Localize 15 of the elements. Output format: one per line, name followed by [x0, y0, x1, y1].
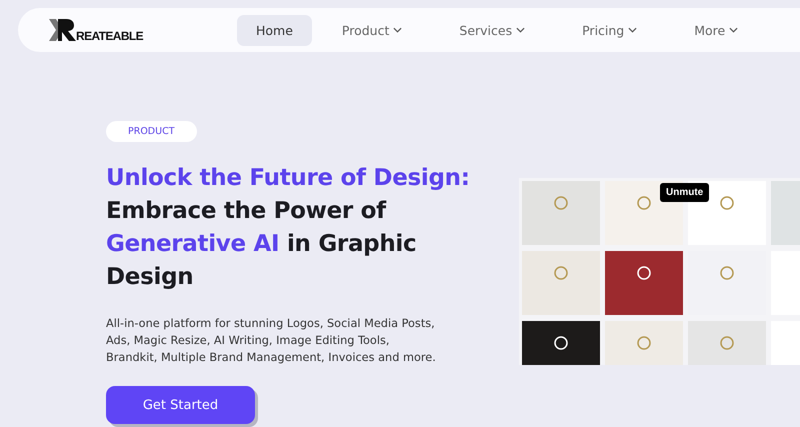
- nav-link[interactable]: More: [676, 14, 756, 46]
- nav-link[interactable]: Services: [441, 14, 544, 46]
- nav-link[interactable]: Home: [237, 14, 312, 46]
- chevron-down-icon: [628, 27, 638, 33]
- chevron-down-icon: [729, 27, 738, 33]
- description: All-in-one platform for stunning Logos, Social Media Posts, Ads, Magic Resize, AI Writing, Image Editing Tools, Brandkit, Multiple Brand Management, Invoices and more.: [106, 316, 436, 366]
- logo-text[interactable]: REATEABLE: [76, 29, 144, 43]
- chevron-down-icon: [393, 27, 402, 33]
- category-badge: PRODUCT: [106, 121, 197, 142]
- get-started-button[interactable]: Get Started: [106, 386, 255, 424]
- unmute-button[interactable]: Unmute: [660, 183, 710, 202]
- chevron-down-icon: [516, 27, 526, 33]
- headline: Unlock the Future of Design: Embrace the Power of Generative AI in Graphic Design: [106, 164, 470, 292]
- nav-link[interactable]: Pricing: [564, 14, 656, 46]
- nav-link[interactable]: Product: [324, 14, 420, 46]
